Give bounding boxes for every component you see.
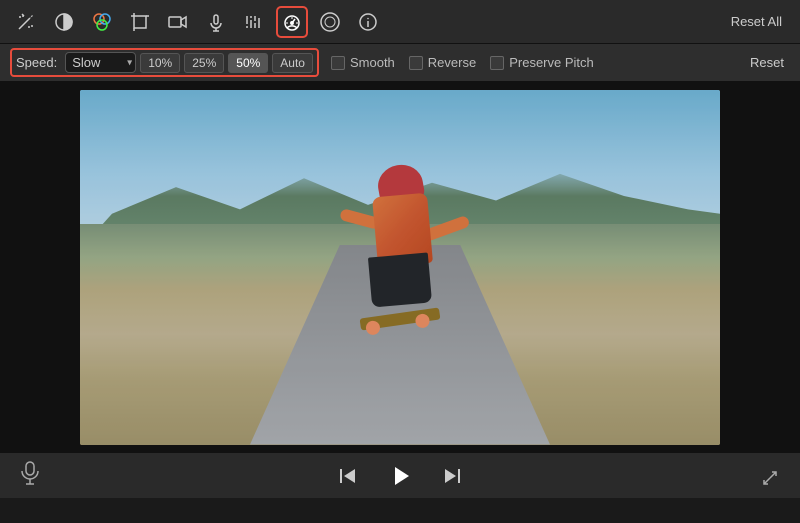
video-scene — [80, 90, 720, 445]
preserve-pitch-label: Preserve Pitch — [509, 55, 594, 70]
reverse-checkbox[interactable] — [409, 56, 423, 70]
preserve-pitch-toggle[interactable]: Preserve Pitch — [490, 55, 594, 70]
audio-icon[interactable] — [200, 6, 232, 38]
speed-reset-button[interactable]: Reset — [744, 53, 790, 72]
speed-toolbar: Speed: Slow Normal Fast Custom 10% 25% 5… — [0, 44, 800, 82]
fullscreen-button[interactable] — [760, 463, 780, 488]
crop-icon[interactable] — [124, 6, 156, 38]
speed-auto-button[interactable]: Auto — [272, 53, 313, 73]
speed-dropdown[interactable]: Slow Normal Fast Custom — [65, 52, 136, 73]
speed-10-button[interactable]: 10% — [140, 53, 180, 73]
equalizer-icon[interactable] — [238, 6, 270, 38]
microphone-button[interactable] — [20, 461, 40, 491]
reset-all-button[interactable]: Reset All — [723, 10, 790, 33]
play-button[interactable] — [383, 459, 417, 493]
speed-dropdown-wrap: Slow Normal Fast Custom — [65, 52, 136, 73]
smooth-checkbox[interactable] — [331, 56, 345, 70]
magic-wand-icon[interactable] — [10, 6, 42, 38]
speed-label: Speed: — [16, 55, 57, 70]
toggle-group: Smooth Reverse Preserve Pitch — [331, 55, 594, 70]
speed-25-button[interactable]: 25% — [184, 53, 224, 73]
skip-back-button[interactable] — [333, 461, 363, 491]
color-balance-icon[interactable] — [48, 6, 80, 38]
preserve-pitch-checkbox[interactable] — [490, 56, 504, 70]
reverse-toggle[interactable]: Reverse — [409, 55, 476, 70]
video-area — [0, 82, 800, 452]
reverse-label: Reverse — [428, 55, 476, 70]
playback-controls — [40, 459, 760, 493]
speed-50-button[interactable]: 50% — [228, 53, 268, 73]
smooth-label: Smooth — [350, 55, 395, 70]
color-wheels-icon[interactable] — [86, 6, 118, 38]
info-icon[interactable] — [352, 6, 384, 38]
video-camera-icon[interactable] — [162, 6, 194, 38]
skip-forward-button[interactable] — [437, 461, 467, 491]
speedometer-icon[interactable] — [276, 6, 308, 38]
top-toolbar: Reset All — [0, 0, 800, 44]
speed-section: Speed: Slow Normal Fast Custom 10% 25% 5… — [10, 48, 319, 77]
video-frame — [80, 90, 720, 445]
vignette-icon[interactable] — [314, 6, 346, 38]
bottom-controls — [0, 452, 800, 498]
smooth-toggle[interactable]: Smooth — [331, 55, 395, 70]
blur-overlay — [80, 90, 720, 445]
